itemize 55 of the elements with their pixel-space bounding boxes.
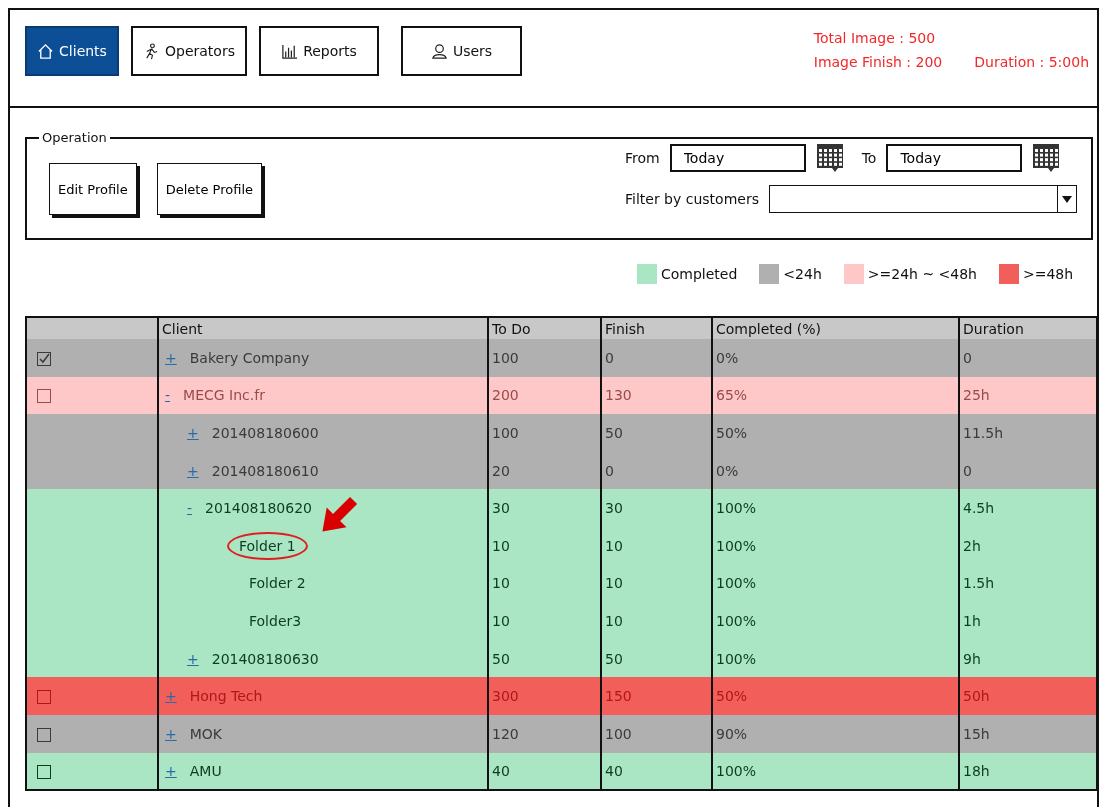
action-button[interactable]: Delete Profile [156, 163, 262, 215]
row-checkbox[interactable] [37, 727, 51, 742]
field-label: To [861, 150, 877, 166]
row-checkbox[interactable] [37, 351, 51, 366]
client-name: MOK [188, 724, 223, 744]
running-person-icon [143, 42, 160, 60]
legend-label: Completed [661, 266, 738, 282]
calendar-icon[interactable] [1032, 143, 1061, 173]
nav-tab[interactable]: Users [401, 26, 522, 76]
nav-tab[interactable]: Operators [131, 26, 247, 76]
expand-toggle[interactable]: + [187, 650, 199, 667]
table-cell: 40 [488, 752, 601, 791]
field-label: From [625, 150, 660, 166]
calendar-icon[interactable] [815, 143, 844, 173]
client-name: MECG Inc.fr [182, 386, 266, 406]
expand-toggle[interactable]: - [165, 387, 171, 404]
action-button[interactable]: Edit Profile [49, 163, 137, 215]
client-name: AMU [188, 761, 223, 781]
row-checkbox[interactable] [37, 690, 51, 705]
date-field[interactable]: Today [669, 144, 806, 172]
summary-text: Image Finish : 200 [813, 54, 943, 70]
expand-toggle[interactable]: + [165, 762, 177, 779]
legend-label: >=24h ~ <48h [867, 266, 977, 282]
client-name: Folder 1 [227, 531, 308, 560]
expand-toggle[interactable]: + [165, 349, 177, 366]
customer-dropdown[interactable] [768, 185, 1077, 213]
date-field[interactable]: Today [886, 144, 1023, 172]
legend-label: <24h [783, 266, 822, 282]
client-name: Hong Tech [188, 687, 264, 707]
row-checkbox[interactable] [37, 764, 51, 779]
client-name: Folder 2 [248, 574, 307, 594]
table-cell: 40 [601, 752, 712, 791]
nav-tab[interactable]: Reports [259, 26, 379, 76]
client-name: 201408180630 [210, 649, 320, 669]
client-name: 201408180610 [210, 461, 320, 481]
expand-toggle[interactable]: - [187, 500, 193, 517]
expand-toggle[interactable]: + [187, 425, 199, 441]
client-name: Bakery Company [188, 348, 311, 368]
user-icon [430, 42, 448, 60]
summary-text: Duration : 5:00h [974, 54, 1089, 70]
nav-tab[interactable]: Clients [25, 26, 119, 76]
home-icon [37, 42, 55, 60]
expand-toggle[interactable]: + [165, 725, 177, 742]
summary-text: Total Image : 500 [813, 30, 936, 46]
row-checkbox[interactable] [37, 389, 51, 404]
field-label: Filter by customers [625, 191, 759, 207]
table-cell: 18h [959, 752, 1097, 791]
legend-label: >=48h [1023, 266, 1074, 282]
expand-toggle[interactable]: + [187, 462, 199, 479]
bar-chart-icon [281, 42, 299, 60]
client-name: Folder3 [248, 611, 303, 631]
panel-title: Operation [41, 130, 108, 145]
client-name: 201408180620 [204, 499, 313, 519]
table-cell: 100% [712, 752, 959, 791]
client-name: 201408180600 [210, 424, 320, 443]
